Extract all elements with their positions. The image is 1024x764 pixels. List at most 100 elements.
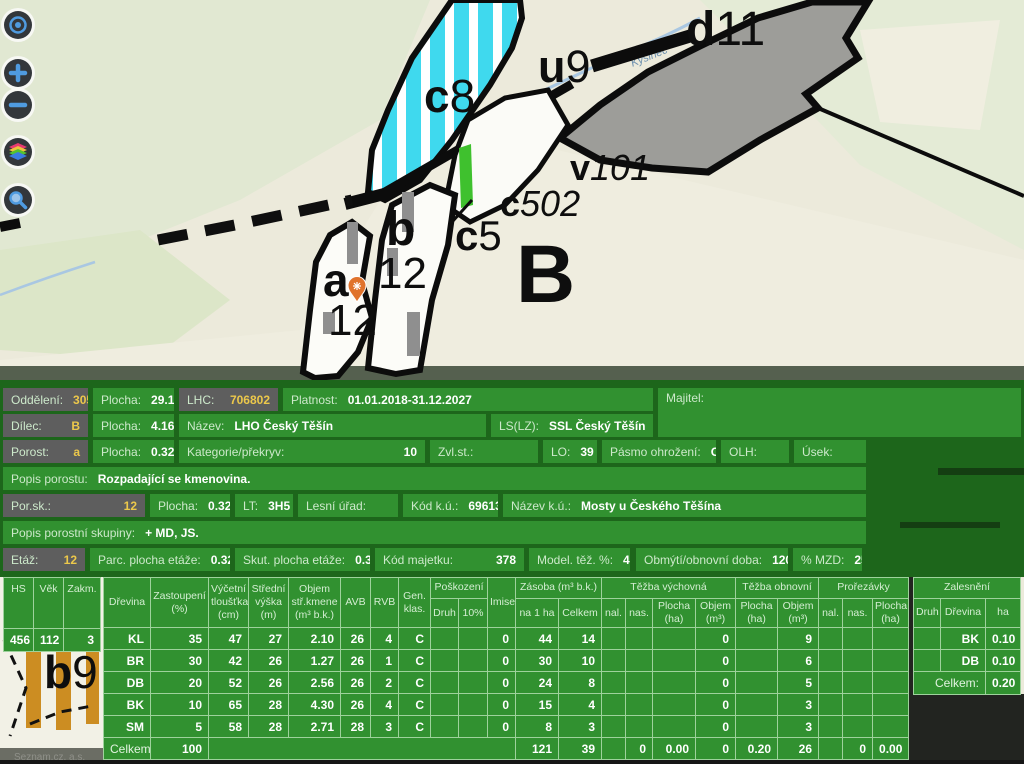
map-label-b9: b9 xyxy=(44,646,98,698)
table-cell: 1.27 xyxy=(289,650,341,672)
table-cell: 3 xyxy=(778,716,819,738)
table-cell xyxy=(459,628,488,650)
locate-icon xyxy=(7,14,29,36)
table-cell xyxy=(843,628,873,650)
table-cell xyxy=(914,650,941,672)
table-cell: 4 xyxy=(371,694,399,716)
table-cell xyxy=(736,672,778,694)
table-cell: C xyxy=(399,716,431,738)
table-cell: 26 xyxy=(249,672,289,694)
table-cell: 26 xyxy=(341,628,371,650)
table-cell: 2 xyxy=(371,672,399,694)
table-header-cell: nas. xyxy=(626,599,653,628)
table-cell: 0 xyxy=(696,628,736,650)
table-header-cell: Plocha (ha) xyxy=(736,599,778,628)
field-popis-skupiny: Popis porostní skupiny:+ MD, JS. xyxy=(3,521,866,544)
locate-button[interactable] xyxy=(4,11,32,39)
table-cell: 0 xyxy=(696,738,736,760)
table-cell: 0 xyxy=(843,738,873,760)
map-label-a-12: 12 xyxy=(328,296,377,345)
species-row-kl: KL3547272.10264C0441409 xyxy=(104,628,909,650)
zoom-out-button[interactable] xyxy=(4,91,32,119)
table-subheader-row: DruhDřevinaha xyxy=(914,599,1021,628)
table-cell: 47 xyxy=(209,628,249,650)
table-cell: BR xyxy=(104,650,151,672)
zoom-in-button[interactable] xyxy=(4,59,32,87)
table-cell: 58 xyxy=(209,716,249,738)
field-mzd: % MZD:25 xyxy=(793,548,862,571)
table-cell: 42 xyxy=(209,650,249,672)
table-header-cell: Objem (m³) xyxy=(778,599,819,628)
table-cell: 26 xyxy=(778,738,819,760)
zalesneni-total-row: Celkem: 0.20 xyxy=(914,672,1021,695)
field-majitel: Majitel: xyxy=(658,388,1021,437)
table-cell xyxy=(653,716,696,738)
table-header-cell: nal. xyxy=(602,599,626,628)
plus-icon xyxy=(7,62,29,84)
table-cell: 0 xyxy=(488,672,516,694)
table-cell: 0 xyxy=(488,694,516,716)
table-row: 4561123 xyxy=(4,629,101,652)
table-cell: DB xyxy=(941,650,986,672)
table-cell xyxy=(209,738,516,760)
table-cell: 2.56 xyxy=(289,672,341,694)
table-header-cell: nal. xyxy=(819,599,843,628)
table-cell: 100 xyxy=(151,738,209,760)
table-cell xyxy=(819,738,843,760)
table-header-cell: Těžba výchovná xyxy=(602,578,736,599)
table-cell: 0.00 xyxy=(653,738,696,760)
search-icon xyxy=(7,189,29,211)
table-cell xyxy=(653,650,696,672)
table-header-cell: Dřevina xyxy=(941,599,986,628)
table-cell xyxy=(873,650,909,672)
table-cell: 8 xyxy=(559,672,602,694)
table-cell: DB xyxy=(104,672,151,694)
search-button[interactable] xyxy=(4,186,32,214)
table-cell: 0 xyxy=(696,672,736,694)
field-nazev: Název:LHO Český Těšín xyxy=(179,414,486,437)
table-cell: 0.00 xyxy=(873,738,909,760)
table-cell: 3 xyxy=(559,716,602,738)
table-header-cell: Plocha (ha) xyxy=(653,599,696,628)
table-cell xyxy=(459,694,488,716)
zalesneni-table: Zalesnění DruhDřevinaha BK0.10 DB0.10 Ce… xyxy=(913,577,1021,695)
table-cell xyxy=(819,716,843,738)
table-cell: 0 xyxy=(696,694,736,716)
table-header-cell: Poškození xyxy=(431,578,488,599)
map-label-d11: d11 xyxy=(686,3,765,56)
table-header-cell: Druh xyxy=(914,599,941,628)
table-cell: 10 xyxy=(559,650,602,672)
table-cell: 0.10 xyxy=(986,650,1021,672)
table-header-cell: Druh xyxy=(431,599,459,628)
table-cell: 1 xyxy=(371,650,399,672)
field-model-tez: Model. těž. %:40 xyxy=(529,548,630,571)
field-dilec: Dílec:B xyxy=(3,414,88,437)
table-cell xyxy=(873,716,909,738)
table-cell: 35 xyxy=(151,628,209,650)
table-cell: 0 xyxy=(488,628,516,650)
table-cell xyxy=(873,628,909,650)
table-cell: BK xyxy=(941,628,986,650)
table-cell: 27 xyxy=(249,628,289,650)
field-plocha-dilec: Plocha:4.16 xyxy=(93,414,174,437)
table-cell xyxy=(626,650,653,672)
field-lo: LO:39 xyxy=(543,440,597,463)
table-cell xyxy=(736,716,778,738)
table-cell xyxy=(459,716,488,738)
map-label-v101: v101 xyxy=(570,147,650,188)
field-platnost: Platnost:01.01.2018-31.12.2027 xyxy=(283,388,653,411)
layers-icon xyxy=(6,140,30,164)
table-cell xyxy=(626,628,653,650)
table-cell: 0 xyxy=(626,738,653,760)
field-kod-majetku: Kód majetku:378 xyxy=(375,548,524,571)
field-plocha-oddeleni: Plocha:29.10 xyxy=(93,388,174,411)
layers-button[interactable] xyxy=(4,138,32,166)
table-cell xyxy=(843,650,873,672)
table-cell: 2.71 xyxy=(289,716,341,738)
table-cell xyxy=(602,716,626,738)
table-cell: C xyxy=(399,628,431,650)
table-cell: 10 xyxy=(151,694,209,716)
forestry-map-app: Kyšinec c8 u9 d11 v101 c502 c5 b 12 xyxy=(0,0,1024,764)
field-kod-ku: Kód k.ú.:696137 xyxy=(403,494,498,517)
table-cell xyxy=(626,716,653,738)
